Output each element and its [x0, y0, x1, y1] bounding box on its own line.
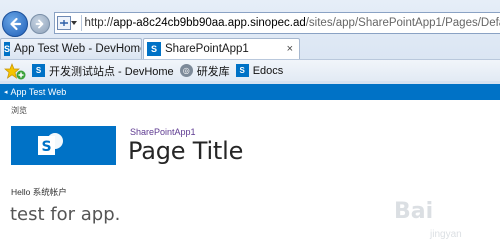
- url-path: /sites/app/SharePointApp1/Pages/Default.…: [305, 17, 500, 29]
- globe-icon: ◎: [179, 64, 193, 77]
- arrow-right-icon: [35, 19, 44, 29]
- browser-chrome: http://app-a8c24cb9bb90aa.app.sinopec.ad…: [0, 0, 500, 84]
- site-name[interactable]: SharePointApp1: [130, 127, 196, 137]
- compat-view-icon[interactable]: [57, 16, 71, 30]
- tab-sharepointapp1[interactable]: S SharePointApp1 ×: [143, 38, 300, 59]
- favorite-edocs[interactable]: S Edocs: [235, 64, 284, 77]
- sharepoint-icon: S: [32, 64, 45, 77]
- sharepoint-logo-icon: S: [38, 133, 63, 155]
- sharepoint-icon: S: [4, 42, 11, 56]
- url-scheme: http://: [84, 17, 114, 29]
- suite-bar-link[interactable]: App Test Web: [11, 87, 67, 97]
- sharepoint-icon: S: [235, 64, 249, 77]
- chevron-left-icon: ◂: [4, 89, 8, 96]
- chevron-down-icon[interactable]: [71, 16, 78, 30]
- close-icon[interactable]: ×: [287, 43, 293, 55]
- favorite-devhome[interactable]: S 开发测试站点 - DevHome: [32, 63, 174, 79]
- add-favorite-icon[interactable]: [16, 70, 26, 80]
- favorite-rnd-library[interactable]: ◎ 研发库: [179, 63, 230, 79]
- forward-button[interactable]: [30, 14, 50, 34]
- back-button[interactable]: [2, 11, 28, 37]
- favorites-bar: S 开发测试站点 - DevHome ◎ 研发库 S Edocs: [0, 59, 500, 81]
- greeting-text: Hello 系统帐户: [11, 187, 67, 197]
- favorite-label: 研发库: [196, 65, 230, 78]
- page-title: Page Title: [128, 137, 244, 165]
- sharepoint-icon: S: [147, 42, 161, 56]
- address-bar[interactable]: http://app-a8c24cb9bb90aa.app.sinopec.ad…: [54, 12, 500, 34]
- watermark-sub: jingyan: [430, 229, 462, 240]
- url-host: app-a8c24cb9bb90aa.app.sinopec.ad: [113, 17, 306, 29]
- favorite-label: 开发测试站点 - DevHome: [49, 65, 174, 78]
- address-divider: [80, 15, 82, 31]
- watermark-brand: Bai: [394, 199, 434, 224]
- svg-text:S: S: [41, 139, 51, 155]
- watermark-logo: Bai jingyan: [394, 195, 498, 247]
- url-text[interactable]: http://app-a8c24cb9bb90aa.app.sinopec.ad…: [84, 17, 500, 29]
- favorite-label: Edocs: [252, 64, 284, 77]
- suite-bar[interactable]: ◂ App Test Web: [0, 84, 500, 100]
- tab-label: SharePointApp1: [165, 43, 249, 55]
- site-logo[interactable]: S: [11, 126, 116, 165]
- tab-app-test-web[interactable]: S App Test Web - DevHome: [0, 38, 142, 59]
- tab-label: App Test Web - DevHome: [14, 43, 142, 55]
- ribbon-tab-browse[interactable]: 浏览: [11, 105, 27, 116]
- body-text: test for app.: [10, 204, 121, 225]
- arrow-left-icon: [10, 17, 22, 31]
